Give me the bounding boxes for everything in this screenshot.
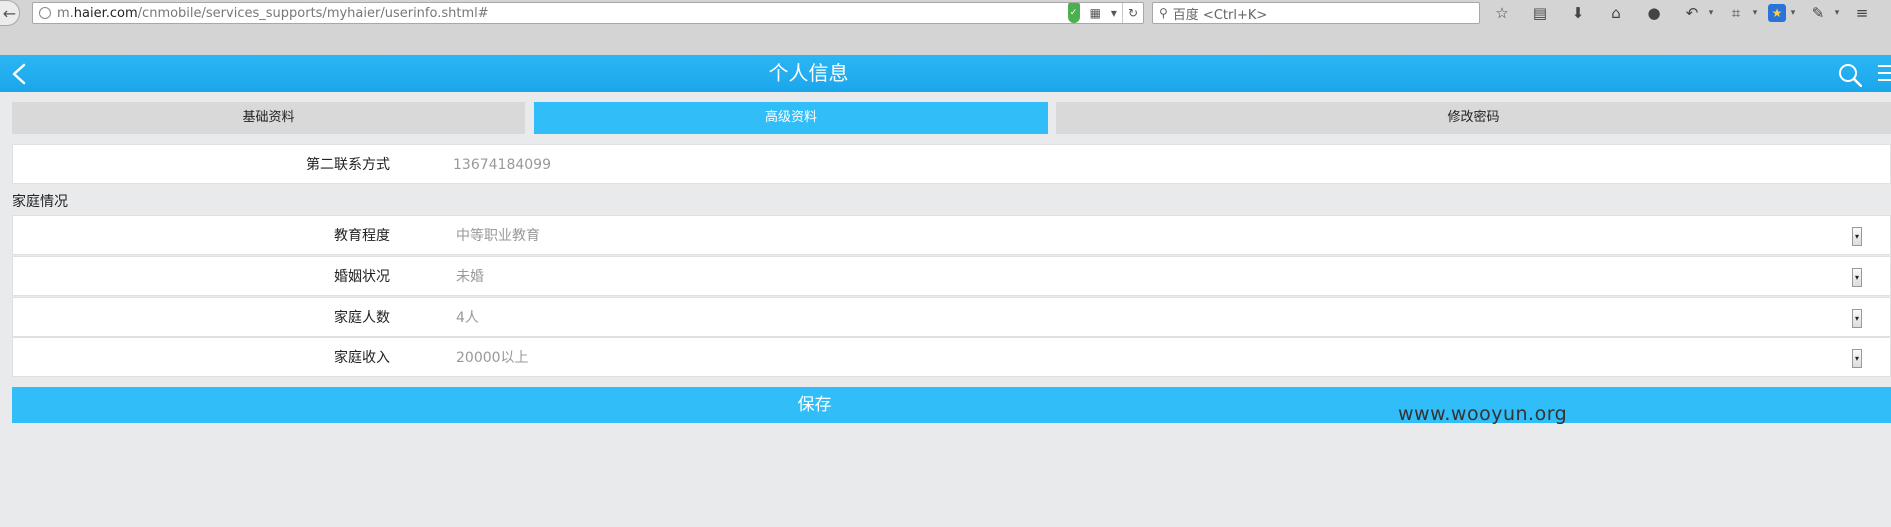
marital-status-row[interactable]: 婚姻状况 未婚 ▾ xyxy=(12,256,1891,296)
chevron-down-icon[interactable]: ▾ xyxy=(1832,2,1842,24)
tab-bar: 基础资料 高级资料 修改密码 xyxy=(12,102,1891,134)
family-income-row[interactable]: 家庭收入 20000以上 ▾ xyxy=(12,337,1891,377)
search-bar[interactable]: ⚲ 百度 <Ctrl+K> xyxy=(1152,2,1480,24)
app-header: 个人信息 xyxy=(0,55,1891,92)
family-section-title: 家庭情况 xyxy=(12,194,68,210)
bookmark-star-icon[interactable]: ☆ xyxy=(1490,2,1514,24)
tab-basic-info[interactable]: 基础资料 xyxy=(12,102,525,134)
family-size-row[interactable]: 家庭人数 4人 ▾ xyxy=(12,297,1891,337)
education-label: 教育程度 xyxy=(334,228,390,244)
watermark: www.wooyun.org xyxy=(1398,403,1568,425)
menu-icon[interactable]: ≡ xyxy=(1850,2,1874,24)
family-size-label: 家庭人数 xyxy=(334,310,390,326)
download-icon[interactable]: ⬇ xyxy=(1566,2,1590,24)
chat-icon[interactable]: ● xyxy=(1642,2,1666,24)
site-info-icon[interactable] xyxy=(39,7,51,19)
chevron-down-icon[interactable]: ▾ xyxy=(1706,2,1716,24)
extension-star-icon[interactable]: ★ xyxy=(1768,4,1786,22)
chevron-down-icon[interactable]: ▾ xyxy=(1852,349,1862,368)
marital-status-select[interactable]: 未婚 xyxy=(456,257,484,297)
qr-code-icon[interactable]: ▦ xyxy=(1085,3,1106,23)
puzzle-icon[interactable]: ✎ xyxy=(1806,2,1830,24)
second-contact-value[interactable]: 13674184099 xyxy=(453,145,551,185)
family-size-select[interactable]: 4人 xyxy=(456,298,479,338)
chevron-down-icon[interactable]: ▾ xyxy=(1852,227,1862,246)
family-income-label: 家庭收入 xyxy=(334,350,390,366)
family-income-select[interactable]: 20000以上 xyxy=(456,338,529,378)
menu-icon[interactable] xyxy=(1878,65,1891,83)
marital-status-label: 婚姻状况 xyxy=(334,269,390,285)
undo-icon[interactable]: ↶ xyxy=(1680,2,1704,24)
second-contact-label: 第二联系方式 xyxy=(306,157,390,173)
education-select[interactable]: 中等职业教育 xyxy=(456,216,540,256)
education-row[interactable]: 教育程度 中等职业教育 ▾ xyxy=(12,215,1891,255)
shield-icon[interactable]: ✓ xyxy=(1063,3,1085,23)
search-icon: ⚲ xyxy=(1159,6,1168,20)
chevron-down-icon[interactable]: ▾ xyxy=(1852,309,1862,328)
address-text: m.haier.com/cnmobile/services_supports/m… xyxy=(57,5,489,21)
chevron-down-icon[interactable]: ▾ xyxy=(1788,2,1798,24)
page-title: 个人信息 xyxy=(768,61,849,85)
tab-advanced-info[interactable]: 高级资料 xyxy=(534,102,1048,134)
crop-icon[interactable]: ⌗ xyxy=(1724,2,1748,24)
address-bar[interactable]: m.haier.com/cnmobile/services_supports/m… xyxy=(32,2,1144,24)
search-input[interactable]: 百度 <Ctrl+K> xyxy=(1173,4,1267,23)
home-icon[interactable]: ⌂ xyxy=(1604,2,1628,24)
chevron-down-icon[interactable]: ▾ xyxy=(1750,2,1760,24)
second-contact-row: 第二联系方式 13674184099 xyxy=(12,144,1891,184)
chevron-down-icon[interactable]: ▾ xyxy=(1106,3,1122,23)
chevron-down-icon[interactable]: ▾ xyxy=(1852,268,1862,287)
save-button[interactable]: 保存 xyxy=(12,387,1891,423)
search-icon[interactable] xyxy=(1838,63,1862,87)
tab-change-password[interactable]: 修改密码 xyxy=(1056,102,1891,134)
reload-icon[interactable]: ↻ xyxy=(1121,3,1143,23)
reader-list-icon[interactable]: ▤ xyxy=(1528,2,1552,24)
browser-back-button[interactable]: ← xyxy=(0,0,20,26)
